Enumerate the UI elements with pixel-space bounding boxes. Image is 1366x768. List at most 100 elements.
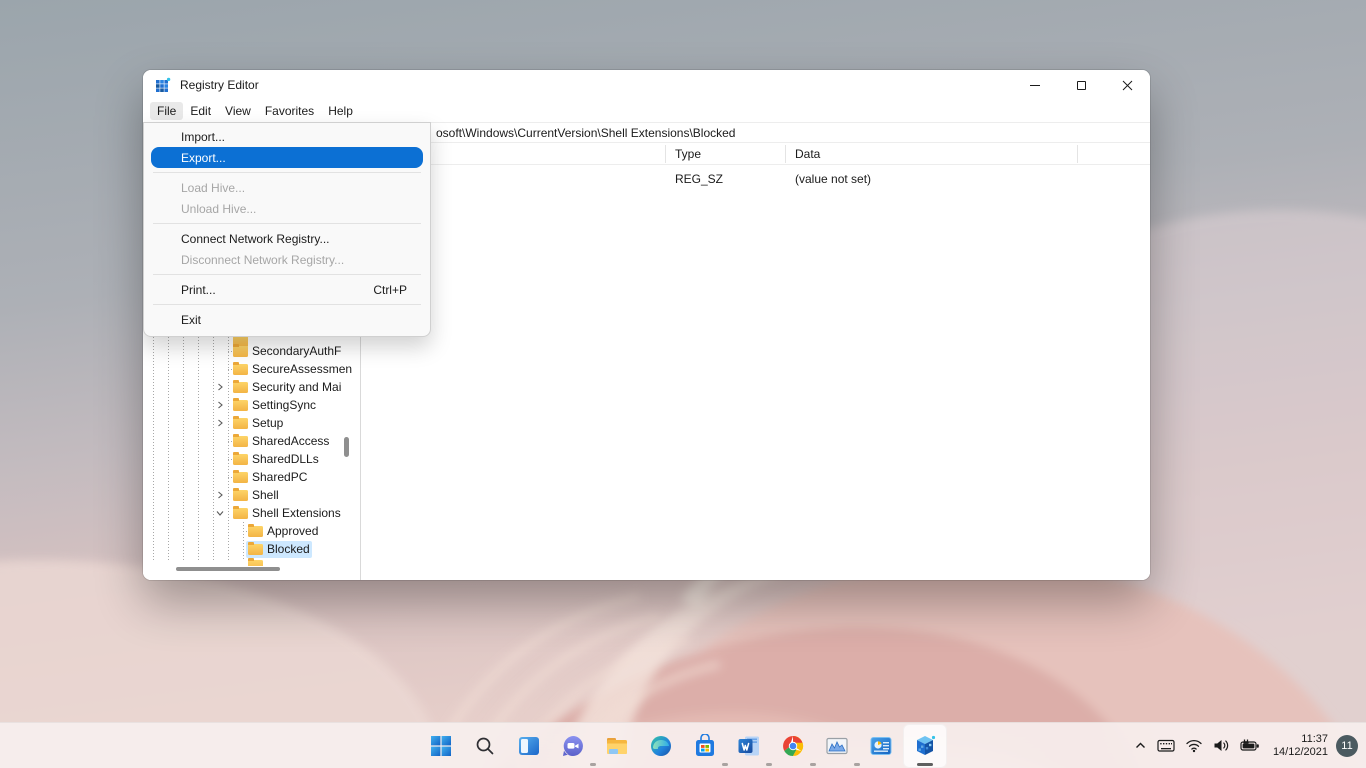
tree-item[interactable]: Shell: [143, 486, 360, 504]
menu-bar: File Edit View Favorites Help: [143, 100, 1150, 122]
wifi-button[interactable]: [1180, 728, 1208, 764]
file-explorer-icon: [605, 734, 629, 758]
menu-separator: [153, 172, 421, 173]
tree-item[interactable]: Setup: [143, 414, 360, 432]
registry-editor-taskbar-button[interactable]: [903, 724, 947, 768]
menu-item-import[interactable]: Import...: [151, 126, 423, 147]
microsoft-store-button[interactable]: [683, 724, 727, 768]
column-divider[interactable]: [785, 145, 786, 163]
volume-button[interactable]: [1208, 728, 1235, 764]
chevron-right-icon[interactable]: [215, 490, 225, 500]
tree-item[interactable]: Shell Extensions: [143, 504, 360, 522]
tree-item[interactable]: SharedDLLs: [143, 450, 360, 468]
maximize-button[interactable]: [1058, 70, 1104, 100]
menu-item-load-hive[interactable]: Load Hive...: [151, 177, 423, 198]
window-title: Registry Editor: [180, 78, 259, 92]
menu-item-connect-network-registry[interactable]: Connect Network Registry...: [151, 228, 423, 249]
menu-view[interactable]: View: [218, 102, 258, 120]
maximize-icon: [1077, 81, 1086, 90]
folder-icon: [233, 472, 248, 483]
menu-item-unload-hive[interactable]: Unload Hive...: [151, 198, 423, 219]
menu-file[interactable]: File: [150, 102, 183, 120]
speaker-icon: [1213, 738, 1230, 753]
running-indicator-active: [917, 763, 933, 766]
chrome-icon: [781, 734, 805, 758]
task-view-icon: [517, 734, 541, 758]
folder-icon: [233, 346, 248, 357]
tree-item[interactable]: SecureAssessmen: [143, 360, 360, 378]
menu-separator: [153, 274, 421, 275]
chevron-right-icon[interactable]: [215, 418, 225, 428]
registry-editor-icon: [912, 733, 938, 759]
wifi-icon: [1185, 738, 1203, 753]
search-button[interactable]: [463, 724, 507, 768]
tree-item[interactable]: SecondaryAuthF: [143, 342, 360, 360]
task-view-button[interactable]: [507, 724, 551, 768]
value-type: REG_SZ: [675, 172, 723, 186]
taskbar-clock[interactable]: 11:37 14/12/2021: [1273, 733, 1328, 759]
tree-item-selected[interactable]: Blocked: [143, 540, 360, 558]
chevron-right-icon[interactable]: [215, 382, 225, 392]
menu-separator: [153, 223, 421, 224]
value-list: Type Data REG_SZ (value not set): [362, 143, 1150, 580]
file-explorer-button[interactable]: [595, 724, 639, 768]
battery-button[interactable]: [1235, 728, 1265, 764]
performance-monitor-icon: [825, 734, 849, 758]
search-icon: [474, 735, 496, 757]
running-indicator: [810, 763, 816, 766]
menu-favorites[interactable]: Favorites: [258, 102, 321, 120]
close-button[interactable]: [1104, 70, 1150, 100]
tray-chevron-up-button[interactable]: [1129, 728, 1152, 764]
minimize-button[interactable]: [1012, 70, 1058, 100]
tree-item[interactable]: SharedPC: [143, 468, 360, 486]
tree-vertical-scrollbar[interactable]: [344, 437, 349, 457]
menu-help[interactable]: Help: [321, 102, 360, 120]
folder-icon: [233, 400, 248, 411]
column-header-type[interactable]: Type: [675, 147, 701, 161]
list-header: Type Data: [362, 143, 1150, 165]
keyboard-icon: [1157, 738, 1175, 753]
desktop: Registry Editor File Edit View Favorites…: [0, 0, 1366, 768]
column-divider[interactable]: [665, 145, 666, 163]
chat-button[interactable]: [551, 724, 595, 768]
tree-item[interactable]: Approved: [143, 522, 360, 540]
chevron-right-icon[interactable]: [215, 400, 225, 410]
edge-button[interactable]: [639, 724, 683, 768]
folder-icon: [233, 508, 248, 519]
running-indicator: [766, 763, 772, 766]
column-divider[interactable]: [1077, 145, 1078, 163]
edge-icon: [649, 734, 673, 758]
resource-monitor-button[interactable]: [859, 724, 903, 768]
chrome-button[interactable]: [771, 724, 815, 768]
word-icon: [737, 734, 761, 758]
folder-icon: [248, 560, 263, 566]
menu-edit[interactable]: Edit: [183, 102, 218, 120]
resource-monitor-icon: [869, 734, 893, 758]
word-button[interactable]: [727, 724, 771, 768]
tree-horizontal-scrollbar[interactable]: [176, 567, 280, 571]
tree-item[interactable]: Security and Mai: [143, 378, 360, 396]
clock-date: 14/12/2021: [1273, 746, 1328, 759]
menu-item-print[interactable]: Print... Ctrl+P: [151, 279, 423, 300]
chat-icon: [561, 734, 585, 758]
tree-item-partial-bottom[interactable]: [143, 558, 360, 566]
tree-item[interactable]: SettingSync: [143, 396, 360, 414]
tree-item[interactable]: SharedAccess: [143, 432, 360, 450]
folder-icon: [233, 382, 248, 393]
running-indicator: [590, 763, 596, 766]
registry-editor-icon: [155, 77, 171, 93]
performance-monitor-button[interactable]: [815, 724, 859, 768]
menu-item-export[interactable]: Export...: [151, 147, 423, 168]
menu-item-exit[interactable]: Exit: [151, 309, 423, 330]
notification-badge[interactable]: 11: [1336, 735, 1358, 757]
titlebar[interactable]: Registry Editor: [143, 70, 1150, 100]
running-indicator: [854, 763, 860, 766]
folder-icon: [248, 544, 263, 555]
chevron-down-icon[interactable]: [215, 508, 225, 518]
folder-icon: [233, 436, 248, 447]
touch-keyboard-button[interactable]: [1152, 728, 1180, 764]
chevron-up-icon: [1134, 740, 1147, 751]
menu-item-disconnect-network-registry[interactable]: Disconnect Network Registry...: [151, 249, 423, 270]
column-header-data[interactable]: Data: [795, 147, 820, 161]
start-button[interactable]: [419, 724, 463, 768]
